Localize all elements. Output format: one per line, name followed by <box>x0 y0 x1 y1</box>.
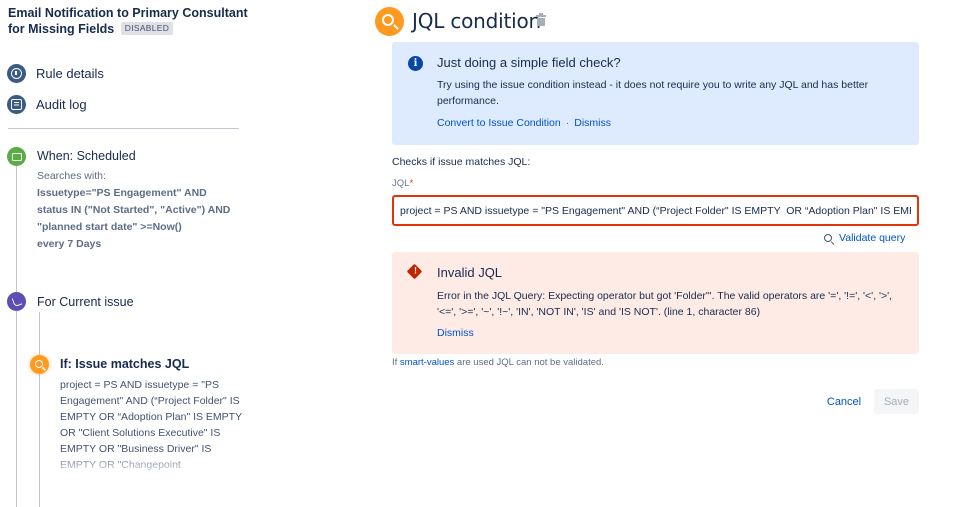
required-marker: * <box>409 178 414 189</box>
jql-input[interactable] <box>392 195 919 226</box>
checks-label: Checks if issue matches JQL: <box>392 156 531 168</box>
smart-values-link[interactable]: smart-values <box>400 357 454 368</box>
list-icon <box>7 95 26 114</box>
trigger-detail-query: Issuetype="PS Engagement" AND status IN … <box>37 187 231 233</box>
timeline-line <box>16 166 17 507</box>
sidebar-item-rule-details[interactable]: Rule details <box>7 64 104 83</box>
info-text: Try using the issue condition instead - … <box>437 79 869 107</box>
cancel-button[interactable]: Cancel <box>818 389 870 414</box>
status-badge: DISABLED <box>120 22 174 35</box>
info-title: Just doing a simple field check? <box>437 55 621 70</box>
fade-overlay <box>55 450 250 475</box>
smart-note-prefix: If <box>392 357 400 368</box>
rule-title: Email Notification to Primary Consultant… <box>8 5 248 37</box>
trigger-detail: Searches with: Issuetype="PS Engagement"… <box>37 168 237 253</box>
trash-icon[interactable] <box>536 13 546 26</box>
calendar-icon <box>7 147 26 166</box>
info-icon: i <box>408 56 423 71</box>
save-button[interactable]: Save <box>874 389 919 414</box>
smart-values-note: If smart-values are used JQL can not be … <box>392 357 604 368</box>
condition-title: If: Issue matches JQL <box>60 357 190 371</box>
trigger-detail-intro: Searches with: <box>37 170 106 182</box>
rule-sidebar: Email Notification to Primary Consultant… <box>0 0 250 507</box>
error-banner: Invalid JQL Error in the JQL Query: Expe… <box>392 252 919 354</box>
sidebar-item-label: Rule details <box>36 66 104 81</box>
branch-icon <box>7 292 26 311</box>
info-dismiss-link[interactable]: Dismiss <box>574 117 611 129</box>
separator: · <box>565 117 570 129</box>
validate-query-label: Validate query <box>839 232 906 244</box>
search-icon <box>824 234 832 242</box>
jql-condition-icon <box>375 7 404 36</box>
info-banner: i Just doing a simple field check? Try u… <box>392 42 919 145</box>
sidebar-item-audit-log[interactable]: Audit log <box>7 95 87 114</box>
error-text: Error in the JQL Query: Expecting operat… <box>437 290 893 318</box>
convert-to-issue-condition-link[interactable]: Convert to Issue Condition <box>437 117 561 129</box>
jql-label-text: JQL <box>392 178 410 189</box>
sidebar-item-label: Audit log <box>36 97 87 112</box>
trigger-detail-schedule: every 7 Days <box>37 238 102 250</box>
validate-query-button[interactable]: Validate query <box>824 232 905 244</box>
trigger-title: When: Scheduled <box>37 149 136 163</box>
search-icon <box>30 355 49 374</box>
error-icon <box>406 263 423 280</box>
branch-title: For Current issue <box>37 295 134 309</box>
sidebar-divider <box>8 128 239 129</box>
jql-label: JQL* <box>392 178 413 189</box>
smart-note-suffix: are used JQL can not be validated. <box>454 357 604 368</box>
info-actions: Convert to Issue Condition · Dismiss <box>437 117 611 129</box>
branch-timeline-line <box>39 312 40 507</box>
info-icon <box>7 64 26 83</box>
error-title: Invalid JQL <box>437 265 503 280</box>
error-dismiss-link[interactable]: Dismiss <box>437 327 474 339</box>
page-title: JQL condition <box>412 9 542 33</box>
